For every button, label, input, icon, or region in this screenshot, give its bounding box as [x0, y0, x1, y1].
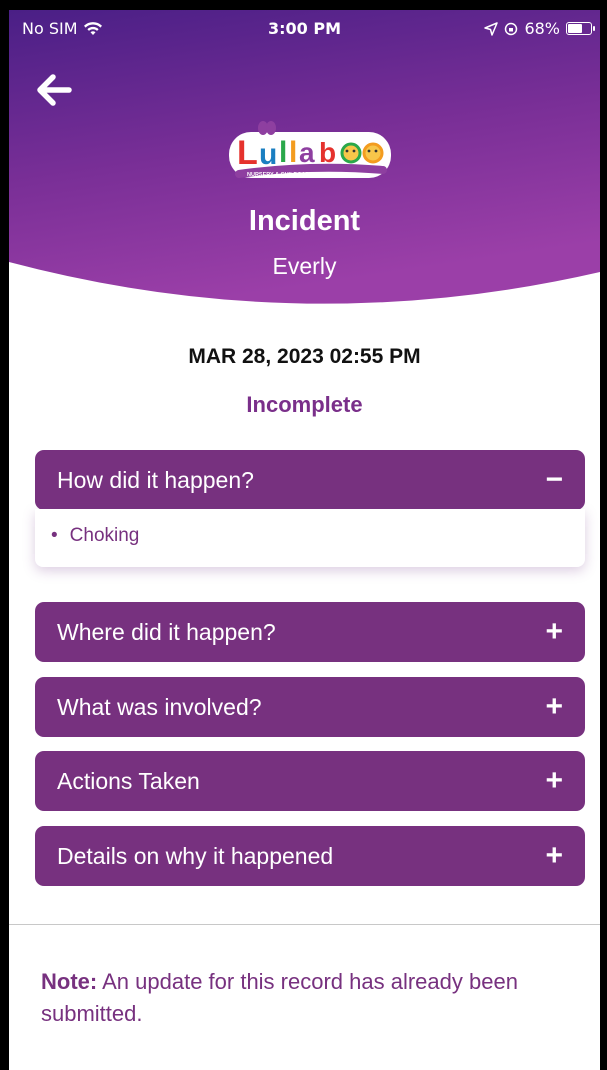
note-text: An update for this record has already be…	[41, 969, 518, 1026]
note-label: Note:	[41, 969, 98, 994]
lullaboo-logo: L u l l a b NURSERY & CHILDCARE CENTER I…	[229, 121, 391, 178]
expand-icon[interactable]: +	[545, 692, 563, 722]
battery-percent: 68%	[524, 19, 560, 38]
back-button[interactable]	[33, 72, 75, 108]
child-name: Everly	[272, 253, 337, 279]
collapse-icon[interactable]: −	[545, 465, 563, 495]
expand-icon[interactable]: +	[545, 766, 563, 796]
svg-text:b: b	[319, 137, 336, 168]
battery-icon	[566, 22, 595, 35]
svg-text:l: l	[279, 136, 287, 169]
list-item: Choking	[69, 525, 140, 546]
section-actions-taken[interactable]: Actions Taken +	[35, 751, 585, 811]
section-title: Actions Taken	[57, 767, 200, 794]
section-title: Where did it happen?	[57, 618, 276, 645]
incident-datetime: MAR 28, 2023 02:55 PM	[188, 345, 421, 368]
status-right-group: 68%	[484, 19, 595, 38]
svg-text:l: l	[289, 136, 297, 169]
footer-divider	[9, 924, 600, 925]
expand-icon[interactable]: +	[545, 617, 563, 647]
section-how-did-it-happen[interactable]: How did it happen? −	[35, 450, 585, 510]
svg-text:NURSERY & CHILDCARE CENTER INC: NURSERY & CHILDCARE CENTER INC.	[247, 172, 350, 178]
section-what-was-involved[interactable]: What was involved? +	[35, 677, 585, 737]
record-status: Incomplete	[246, 392, 363, 417]
page-title: Incident	[248, 205, 361, 237]
section-how-did-it-happen-content: • Choking	[35, 509, 585, 567]
bullet-icon: •	[51, 525, 58, 546]
section-title: How did it happen?	[57, 466, 254, 493]
app-screen: No SIM 3:00 PM 68% L u l l a b NURSERY &…	[9, 10, 600, 1070]
expand-icon[interactable]: +	[545, 841, 563, 871]
status-bar: No SIM 3:00 PM 68%	[9, 10, 600, 46]
svg-text:a: a	[299, 137, 315, 168]
arrow-left-icon	[37, 74, 72, 106]
update-note: Note: An update for this record has alre…	[41, 966, 561, 1030]
section-title: Details on why it happened	[57, 842, 334, 869]
section-title: What was involved?	[57, 693, 262, 720]
svg-text:L: L	[237, 134, 258, 172]
location-arrow-icon	[484, 21, 499, 36]
orientation-lock-icon	[505, 22, 518, 35]
battery-fill	[568, 24, 582, 33]
section-details-why[interactable]: Details on why it happened +	[35, 826, 585, 886]
section-where-did-it-happen[interactable]: Where did it happen? +	[35, 602, 585, 662]
header: No SIM 3:00 PM 68% L u l l a b NURSERY &…	[9, 10, 600, 310]
